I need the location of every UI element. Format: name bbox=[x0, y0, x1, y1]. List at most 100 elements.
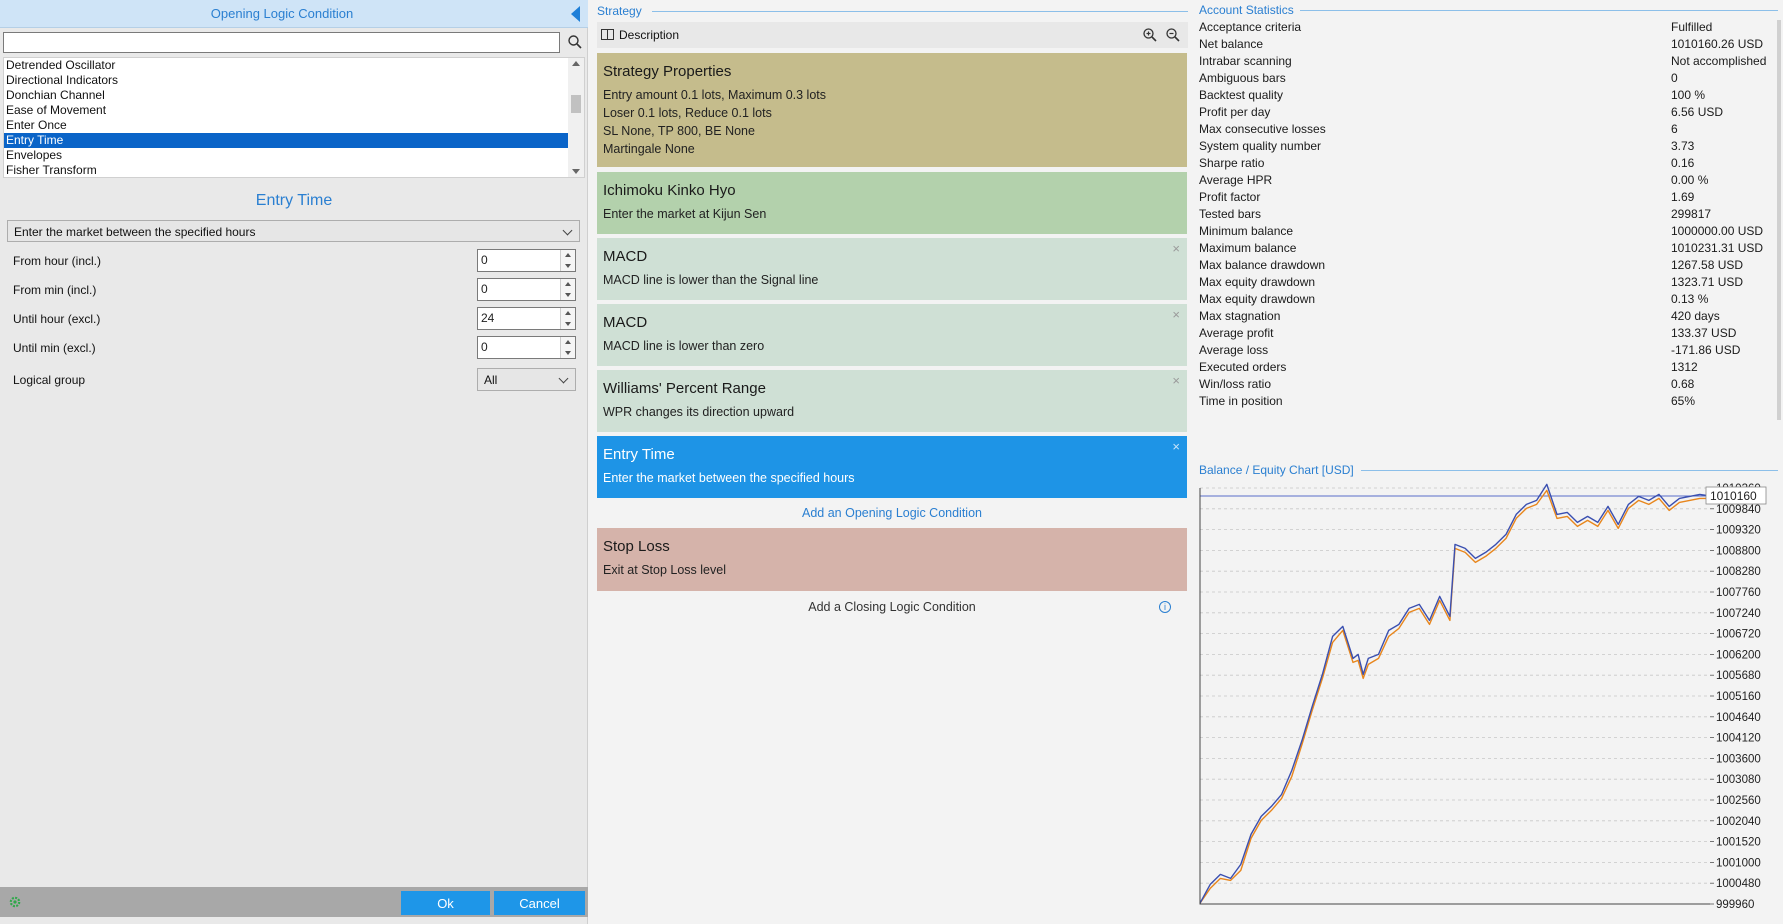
search-icon[interactable] bbox=[566, 33, 584, 51]
stat-value: -171.86 USD bbox=[1671, 343, 1741, 357]
stepper-up-icon[interactable] bbox=[565, 340, 571, 344]
list-item[interactable]: Fisher Transform bbox=[4, 163, 569, 177]
stat-label: Maximum balance bbox=[1199, 241, 1297, 255]
stat-row: Profit per day 6.56 USD bbox=[1199, 105, 1779, 122]
current-value-label: 1010160 bbox=[1710, 489, 1757, 503]
stat-value: 1267.58 USD bbox=[1671, 258, 1744, 272]
slot-name: Entry Time bbox=[603, 446, 675, 463]
y-tick-label: 1001520 bbox=[1716, 837, 1761, 849]
list-item[interactable]: Envelopes bbox=[4, 148, 569, 163]
close-icon[interactable]: × bbox=[1172, 241, 1180, 256]
from-hour-stepper[interactable]: 0 bbox=[477, 249, 576, 272]
stat-label: Time in position bbox=[1199, 394, 1283, 408]
stepper-down-icon[interactable] bbox=[565, 293, 571, 297]
y-tick-label: 1009840 bbox=[1716, 504, 1761, 516]
list-item[interactable]: Detrended Oscillator bbox=[4, 58, 569, 73]
stat-label: Tested bars bbox=[1199, 207, 1262, 221]
stepper-buttons[interactable] bbox=[560, 279, 575, 300]
y-tick-label: 999960 bbox=[1716, 899, 1754, 911]
stepper-buttons[interactable] bbox=[560, 337, 575, 358]
slot-desc: Enter the market at Kijun Sen bbox=[603, 207, 767, 221]
stepper-up-icon[interactable] bbox=[565, 311, 571, 315]
list-item[interactable]: Donchian Channel bbox=[4, 88, 569, 103]
stat-row: Maximum balance 1010231.31 USD bbox=[1199, 241, 1779, 258]
scroll-thumb[interactable] bbox=[571, 95, 581, 113]
logic-select[interactable]: Enter the market between the specified h… bbox=[7, 220, 580, 242]
slot-name: MACD bbox=[603, 314, 648, 331]
stat-value: 100 % bbox=[1671, 88, 1706, 102]
close-icon[interactable]: × bbox=[1172, 439, 1180, 454]
until-min-stepper[interactable]: 0 bbox=[477, 336, 576, 359]
logical-group-value: All bbox=[484, 373, 498, 387]
add-closing-condition-link[interactable]: Add a Closing Logic Condition bbox=[597, 600, 1187, 614]
stat-value: 299817 bbox=[1671, 207, 1712, 221]
strategy-properties-slot[interactable]: Strategy Properties Entry amount 0.1 lot… bbox=[597, 53, 1187, 167]
stat-row: Ambiguous bars 0 bbox=[1199, 71, 1779, 88]
scroll-up-icon[interactable] bbox=[572, 61, 580, 66]
search-input[interactable] bbox=[3, 32, 560, 53]
list-item[interactable]: Directional Indicators bbox=[4, 73, 569, 88]
closing-slot-stop-loss[interactable]: Stop Loss Exit at Stop Loss level bbox=[597, 528, 1187, 591]
add-opening-condition-link[interactable]: Add an Opening Logic Condition bbox=[597, 506, 1187, 520]
chevron-down-icon bbox=[562, 225, 573, 236]
close-icon[interactable]: × bbox=[1172, 307, 1180, 322]
stat-label: Acceptance criteria bbox=[1199, 20, 1302, 34]
slot-name: MACD bbox=[603, 248, 648, 265]
stepper-up-icon[interactable] bbox=[565, 253, 571, 257]
balance-line bbox=[1199, 483, 1711, 904]
indicator-list[interactable]: Detrended Oscillator Directional Indicato… bbox=[3, 57, 585, 178]
param-label: Until hour (excl.) bbox=[13, 312, 101, 326]
stepper-down-icon[interactable] bbox=[565, 264, 571, 268]
zoom-in-icon[interactable] bbox=[1142, 27, 1158, 43]
indicator-slot-wpr[interactable]: × Williams' Percent Range WPR changes it… bbox=[597, 370, 1187, 432]
book-icon[interactable] bbox=[601, 29, 614, 40]
stat-value: 6 bbox=[1671, 122, 1678, 136]
y-tick-label: 1002040 bbox=[1716, 816, 1761, 828]
list-scrollbar[interactable] bbox=[568, 58, 584, 177]
scroll-down-icon[interactable] bbox=[572, 169, 580, 174]
stat-value: 420 days bbox=[1671, 309, 1720, 323]
stepper-value[interactable]: 0 bbox=[481, 340, 488, 354]
stat-value: Fulfilled bbox=[1671, 20, 1713, 34]
statistics-scrollbar[interactable] bbox=[1777, 20, 1781, 420]
stat-value: 133.37 USD bbox=[1671, 326, 1737, 340]
description-button[interactable]: Description bbox=[619, 28, 679, 42]
stat-row: Max equity drawdown 0.13 % bbox=[1199, 292, 1779, 309]
collapse-arrow-icon[interactable] bbox=[571, 6, 580, 22]
param-label: Until min (excl.) bbox=[13, 341, 96, 355]
list-item[interactable]: Enter Once bbox=[4, 118, 569, 133]
stat-row: Max balance drawdown 1267.58 USD bbox=[1199, 258, 1779, 275]
cancel-button[interactable]: Cancel bbox=[494, 891, 585, 915]
logical-group-select[interactable]: All bbox=[477, 368, 576, 391]
stat-label: Profit factor bbox=[1199, 190, 1261, 204]
slot-line: SL None, TP 800, BE None bbox=[603, 124, 755, 138]
stat-label: Profit per day bbox=[1199, 105, 1271, 119]
indicator-slot-ichimoku[interactable]: Ichimoku Kinko Hyo Enter the market at K… bbox=[597, 172, 1187, 234]
stepper-value[interactable]: 0 bbox=[481, 253, 488, 267]
stat-value: 1000000.00 USD bbox=[1671, 224, 1764, 238]
stat-label: Max consecutive losses bbox=[1199, 122, 1326, 136]
indicator-slot-macd[interactable]: × MACD MACD line is lower than the Signa… bbox=[597, 238, 1187, 300]
until-hour-stepper[interactable]: 24 bbox=[477, 307, 576, 330]
close-icon[interactable]: × bbox=[1172, 373, 1180, 388]
indicator-slot-entry-time[interactable]: × Entry Time Enter the market between th… bbox=[597, 436, 1187, 498]
ok-button[interactable]: Ok bbox=[401, 891, 490, 915]
stepper-buttons[interactable] bbox=[560, 308, 575, 329]
slot-desc: MACD line is lower than the Signal line bbox=[603, 273, 819, 287]
stepper-value[interactable]: 24 bbox=[481, 311, 494, 325]
y-tick-label: 1003080 bbox=[1716, 774, 1761, 786]
list-item[interactable]: Ease of Movement bbox=[4, 103, 569, 118]
stepper-down-icon[interactable] bbox=[565, 322, 571, 326]
gear-icon[interactable] bbox=[8, 895, 22, 909]
from-min-stepper[interactable]: 0 bbox=[477, 278, 576, 301]
stat-value: 1323.71 USD bbox=[1671, 275, 1744, 289]
stepper-value[interactable]: 0 bbox=[481, 282, 488, 296]
indicator-slot-macd-zero[interactable]: × MACD MACD line is lower than zero bbox=[597, 304, 1187, 366]
list-item[interactable]: Entry Time bbox=[4, 133, 569, 148]
stepper-buttons[interactable] bbox=[560, 250, 575, 271]
zoom-out-icon[interactable] bbox=[1165, 27, 1181, 43]
y-tick-label: 1007760 bbox=[1716, 587, 1761, 599]
stepper-down-icon[interactable] bbox=[565, 351, 571, 355]
info-icon[interactable]: i bbox=[1159, 601, 1171, 613]
stepper-up-icon[interactable] bbox=[565, 282, 571, 286]
